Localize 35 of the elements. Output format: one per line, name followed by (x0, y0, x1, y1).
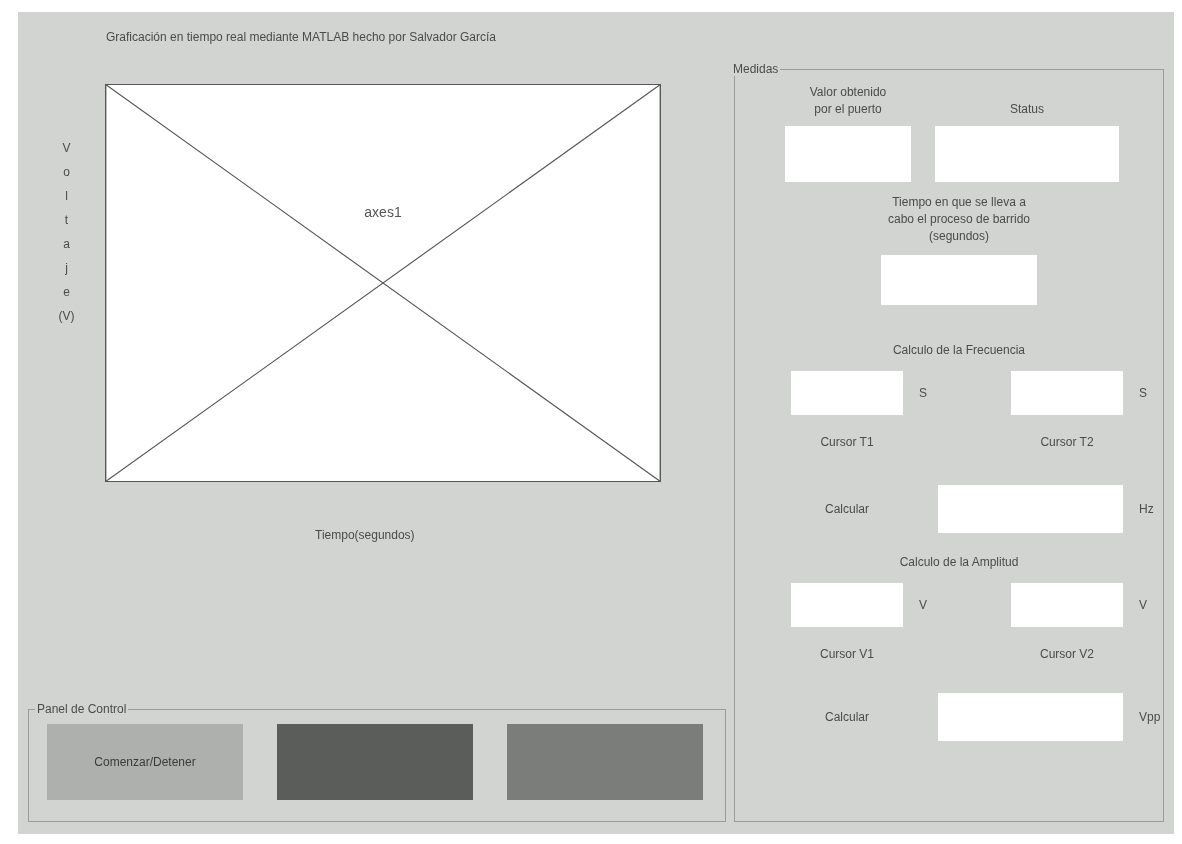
input-field[interactable] (791, 371, 903, 415)
y-axis-label: Voltaje (V) (58, 140, 75, 325)
status-field[interactable] (935, 126, 1119, 182)
calculate-label: Calcular (824, 502, 870, 516)
sweep-time-field[interactable] (881, 255, 1037, 305)
input-field[interactable] (1011, 371, 1123, 415)
unit-label: V (1138, 598, 1147, 612)
unit-label: V (918, 598, 927, 612)
unit-label: S (918, 386, 927, 400)
cursor-label: Cursor T1 (819, 435, 875, 449)
section-title: Calculo de la Amplitud (898, 555, 1020, 569)
calculate-label: Calcular (824, 710, 870, 724)
axes-label: axes1 (364, 204, 402, 220)
push-button[interactable] (277, 724, 473, 800)
unit-label: Hz (1138, 502, 1154, 516)
port-value-label: Valor obtenido por el puerto (808, 84, 888, 118)
sweep-time-label: Tiempo en que se lleva a cabo el proceso de barrido (segundos) (886, 194, 1032, 245)
window-title: Graficación en tiempo real mediante MATLAB hecho por Salvador García (105, 29, 497, 46)
cursor-label: Cursor T2 (1039, 435, 1095, 449)
input-field[interactable] (791, 583, 903, 627)
unit-label: Vpp (1138, 710, 1161, 724)
push-button[interactable]: Comenzar/Detener (47, 724, 243, 800)
input-field[interactable] (1011, 583, 1123, 627)
status-label: Status (1010, 101, 1044, 118)
x-axis-label: Tiempo(segundos) (315, 528, 415, 542)
cursor-label: Cursor V2 (1039, 647, 1095, 661)
panel-title: Medidas (732, 62, 780, 76)
unit-label: S (1138, 386, 1147, 400)
result-field[interactable] (938, 485, 1123, 533)
push-button[interactable] (507, 724, 703, 800)
section-title: Calculo de la Frecuencia (891, 343, 1027, 357)
panel-title: Panel de Control (36, 702, 128, 716)
port-value-field[interactable] (785, 126, 911, 182)
result-field[interactable] (938, 693, 1123, 741)
cursor-label: Cursor V1 (819, 647, 875, 661)
